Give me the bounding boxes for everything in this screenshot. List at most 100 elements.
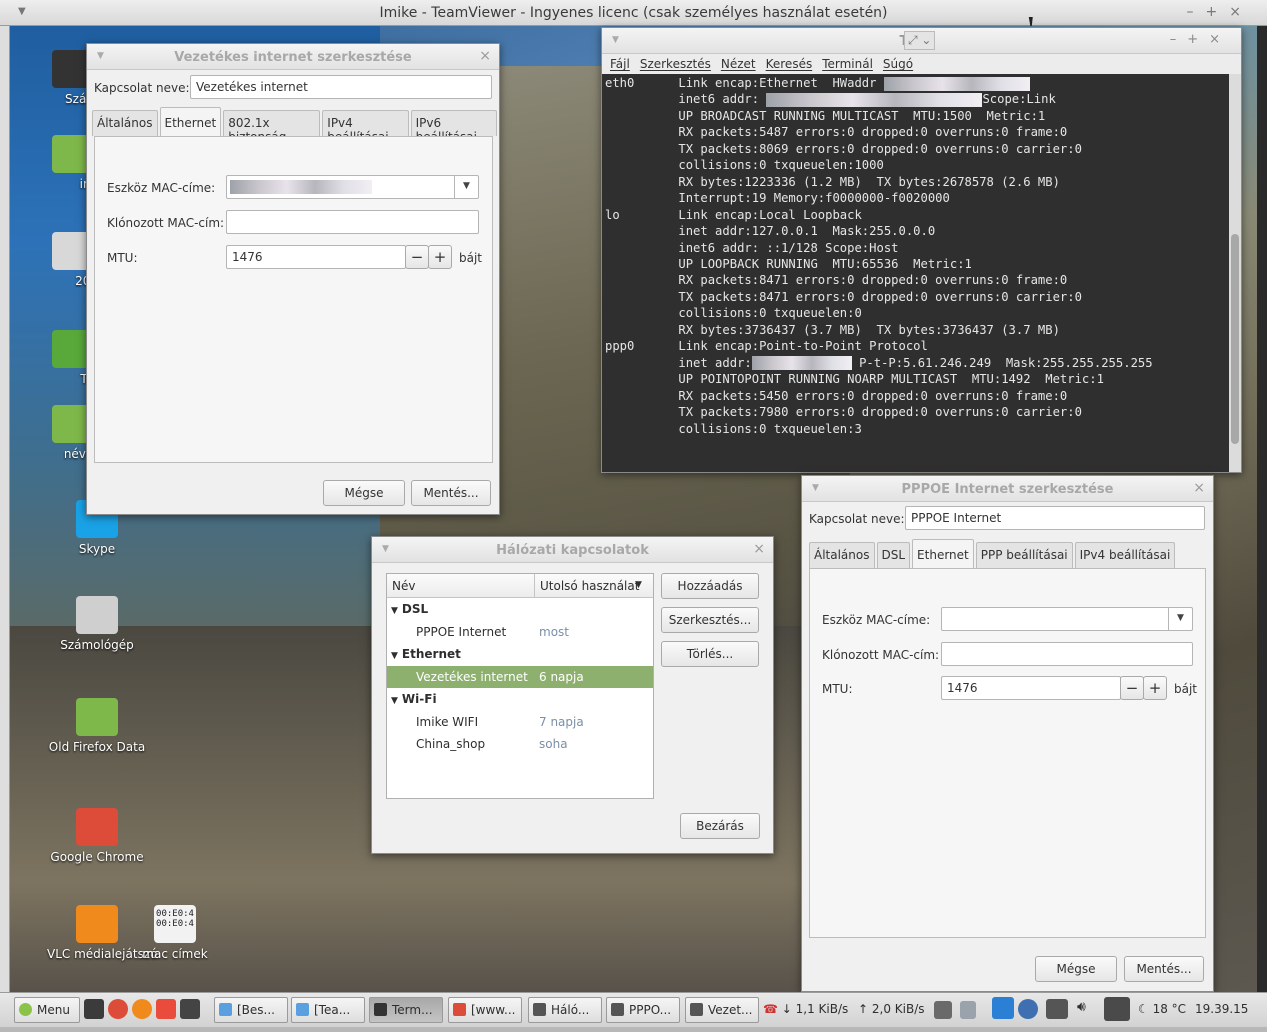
task-button[interactable]: PPPO... <box>606 997 680 1023</box>
tree-group-dsl[interactable]: ▼ DSL <box>387 598 653 621</box>
add-connection-button[interactable]: Hozzáadás <box>661 573 759 599</box>
terminal-titlebar[interactable]: ▼ Term ⤢ ⌄ –+× <box>602 28 1241 54</box>
conn-name-input[interactable]: Vezetékes internet <box>190 75 492 99</box>
desktop-icon-8[interactable]: Google Chrome <box>47 808 147 864</box>
terminal-scrollbar[interactable] <box>1229 74 1241 472</box>
connection-row[interactable]: China_shop soha <box>387 733 653 756</box>
cancel-button[interactable]: Mégse <box>323 480 405 506</box>
teamviewer-tray-icon[interactable] <box>992 997 1014 1019</box>
connection-name: Imike WIFI <box>416 714 479 729</box>
expander-icon[interactable]: ▼ <box>391 696 398 706</box>
conn-name-label: Kapcsolat neve: <box>809 512 905 526</box>
volume-icon[interactable]: 🔊︎ <box>1077 999 1086 1015</box>
save-button[interactable]: Mentés... <box>1124 956 1204 982</box>
net-dialog-titlebar[interactable]: ▼ Hálózati kapcsolatok × <box>372 537 773 563</box>
menu-item[interactable]: Terminál <box>822 57 873 71</box>
tab--ltal-nos[interactable]: Általános <box>92 110 158 136</box>
app-launcher-icon[interactable] <box>156 999 176 1019</box>
terminal-window-controls[interactable]: –+× <box>1170 32 1231 47</box>
clock[interactable]: 19.39.15 <box>1195 1002 1248 1016</box>
mtu-input[interactable]: 1476 <box>941 676 1121 700</box>
tab-dsl[interactable]: DSL <box>876 542 911 568</box>
tab-ppp-be-ll-t-sai[interactable]: PPP beállításai <box>975 542 1073 568</box>
network-tray-icon[interactable] <box>1104 997 1130 1021</box>
close-icon[interactable]: × <box>1193 480 1205 496</box>
tab-802-1x-biztons-g[interactable]: 802.1x biztonság <box>223 110 321 144</box>
desktop-icon-7[interactable]: Old Firefox Data <box>47 698 147 754</box>
expander-icon[interactable]: ▼ <box>391 606 398 616</box>
device-mac-combo[interactable]: ▼ <box>941 607 1193 631</box>
terminal-launcher-icon[interactable] <box>84 999 104 1019</box>
conn-name-input[interactable]: PPPOE Internet <box>905 506 1205 530</box>
tree-rows: ▼ DSL PPPOE Internet most ▼ Ethernet Vezetékes… <box>387 598 653 756</box>
app-icon <box>611 1003 624 1016</box>
chevron-down-icon[interactable]: ▼ <box>1168 608 1192 630</box>
mtu-increase-button[interactable]: + <box>428 245 452 269</box>
cloned-mac-input[interactable] <box>226 210 479 234</box>
pppoe-dialog-titlebar[interactable]: ▼ PPPOE Internet szerkesztése × <box>802 476 1213 502</box>
menu-item[interactable]: Szerkesztés <box>640 57 711 71</box>
terminal-output[interactable]: eth0 Link encap:Ethernet HWaddr inet6 ad… <box>602 74 1229 472</box>
device-mac-combo[interactable]: ▼ <box>226 175 479 199</box>
redacted-hwaddr <box>883 76 1030 91</box>
desktop-icon-mac-addresses[interactable]: 00:E0:4 00:E0:4 mac címek <box>120 905 230 961</box>
desktop-icon-6[interactable]: Számológép <box>47 596 147 652</box>
teamviewer-window-controls[interactable]: –+× <box>1187 4 1253 20</box>
close-icon[interactable]: × <box>753 541 765 557</box>
cloned-mac-input[interactable] <box>941 642 1193 666</box>
firefox-launcher-icon[interactable] <box>132 999 152 1019</box>
mtu-input[interactable]: 1476 <box>226 245 406 269</box>
connection-row[interactable]: PPPOE Internet most <box>387 621 653 644</box>
expand-icon[interactable]: ⤢ ⌄ <box>904 31 936 50</box>
weather[interactable]: ☾ 18 °C <box>1138 1002 1186 1016</box>
tab-ipv6-be-ll-t-sai[interactable]: IPv6 beállításai <box>410 110 497 144</box>
connection-row[interactable]: Vezetékes internet 6 napja <box>387 665 653 688</box>
menu-item[interactable]: Keresés <box>766 57 813 71</box>
tab-ethernet[interactable]: Ethernet <box>159 107 222 137</box>
expander-icon[interactable]: ▼ <box>391 651 398 661</box>
tab--ltal-nos[interactable]: Általános <box>809 542 875 568</box>
tab-ipv4-be-ll-t-sai[interactable]: IPv4 beállításai <box>322 110 409 144</box>
col-separator <box>534 574 535 597</box>
task-button[interactable]: Vezet... <box>685 997 759 1023</box>
calculator-tray-icon[interactable] <box>934 1001 952 1019</box>
chrome-launcher-icon[interactable] <box>108 999 128 1019</box>
task-button[interactable]: [Tea... <box>291 997 365 1023</box>
teamviewer-launcher-icon[interactable] <box>180 999 200 1019</box>
delete-connection-button[interactable]: Törlés... <box>661 641 759 667</box>
task-button[interactable]: Háló... <box>528 997 602 1023</box>
info-tray-icon[interactable] <box>1018 999 1038 1019</box>
save-button[interactable]: Mentés... <box>411 480 491 506</box>
tree-group-ethernet[interactable]: ▼ Ethernet <box>387 643 653 666</box>
trash-tray-icon[interactable] <box>960 1001 976 1019</box>
close-button[interactable]: Bezárás <box>680 813 760 839</box>
mtu-decrease-button[interactable]: − <box>1120 676 1144 700</box>
terminal-line: inet6 addr: ::1/128 Scope:Host <box>605 240 899 255</box>
tree-group-wi-fi[interactable]: ▼ Wi-Fi <box>387 688 653 711</box>
col-name-header[interactable]: Név <box>392 579 415 593</box>
redacted-inet6 <box>766 92 983 107</box>
task-button[interactable]: [www... <box>448 997 522 1023</box>
tab-ipv4-be-ll-t-sai[interactable]: IPv4 beállításai <box>1074 542 1176 568</box>
mtu-increase-button[interactable]: + <box>1143 676 1167 700</box>
host-left-edge <box>0 26 10 992</box>
col-last-header[interactable]: Utolsó használat <box>540 579 639 593</box>
close-icon[interactable]: × <box>479 48 491 64</box>
start-menu-button[interactable]: Menu <box>14 997 80 1023</box>
eth-dialog-titlebar[interactable]: ▼ Vezetékes internet szerkesztése × <box>87 44 499 70</box>
menu-item[interactable]: Súgó <box>883 57 913 71</box>
pppoe-tabs: Általános DSL Ethernet PPP beállításai IPv4 … <box>809 539 1177 569</box>
task-button[interactable]: [Bes... <box>214 997 288 1023</box>
menu-item[interactable]: Fájl <box>610 57 630 71</box>
chevron-down-icon[interactable]: ▼ <box>454 176 478 198</box>
temperature: 18 °C <box>1152 1002 1187 1016</box>
task-button[interactable]: Term... <box>369 997 443 1023</box>
cancel-button[interactable]: Mégse <box>1035 956 1117 982</box>
scrollbar-thumb[interactable] <box>1231 234 1239 444</box>
edit-connection-button[interactable]: Szerkesztés... <box>661 607 759 633</box>
tab-ethernet[interactable]: Ethernet <box>912 539 974 569</box>
menu-item[interactable]: Nézet <box>721 57 756 71</box>
mtu-decrease-button[interactable]: − <box>405 245 429 269</box>
connection-row[interactable]: Imike WIFI 7 napja <box>387 711 653 734</box>
app-tray-icon[interactable] <box>1046 999 1068 1019</box>
